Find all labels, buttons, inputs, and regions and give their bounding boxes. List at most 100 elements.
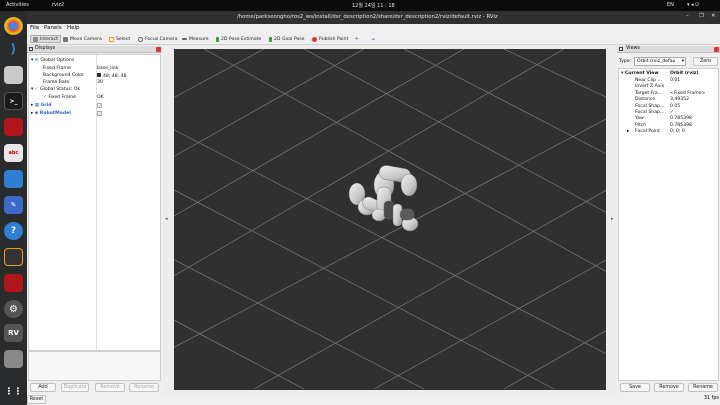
menu-help[interactable]: Help [67,25,80,31]
text-editor-icon[interactable]: abc [4,144,23,162]
lang-indicator[interactable]: EN [667,2,674,8]
tree-row-global-options[interactable]: ▾ ⚙ Global Options [31,58,74,63]
view-prop-label: Distance [635,97,656,103]
disk-icon[interactable] [4,350,23,368]
tree-row-robotmodel[interactable]: ▸ ◆ RobotModel [31,111,71,116]
view-prop-value[interactable]: 0.05 [670,104,680,109]
system-top-bar: Activities rviz2 12월 24일 11 : 18 EN ▾ ◂ … [0,0,720,11]
current-view-row[interactable]: ▾ Current View [621,71,659,76]
frame-rate-label: Frame Rate [43,80,70,85]
view-prop-label: Pitch [635,122,647,128]
remove-button[interactable]: Remove [95,383,125,392]
view-prop-value[interactable]: ✓ [670,110,674,115]
panel-icon [29,47,33,51]
views-save-button[interactable]: Save [620,383,650,392]
reset-button[interactable]: Reset [27,395,46,404]
terminator2-icon[interactable] [4,274,23,292]
minimize-icon[interactable]: – [686,13,689,19]
views-rename-button[interactable]: Rename [688,383,718,392]
view-prop-label: Focal Point [635,129,660,135]
tool-goal-pose[interactable]: 2D Goal Pose [267,35,306,43]
grid-enabled-checkbox[interactable]: ✓ [97,103,102,108]
app-dock: ⟩ >_ abc ✎ ? ⚙ RV ⋮⋮ [0,11,27,405]
maximize-icon[interactable]: ❐ [699,13,704,19]
left-splitter-handle[interactable]: ◂ [165,216,168,222]
tool-move-camera[interactable]: Move Camera [61,35,104,43]
publish-point-icon [312,36,317,42]
views-close-icon[interactable] [714,47,719,52]
views-tree: ▾ Current View Orbit (rviz) Near Clip ..… [618,68,719,381]
displays-panel: Displays ▾ ⚙ Global Options Fixed Frame … [27,46,162,395]
type-label: Type: [619,59,632,64]
right-splitter-handle[interactable]: ▸ [611,216,614,222]
add-button[interactable]: Add [30,383,56,392]
app-menu[interactable]: rviz2 [52,2,64,8]
files-icon[interactable] [4,66,23,84]
vscode-icon[interactable]: ⟩ [4,40,23,58]
tool-select[interactable]: Select [107,35,132,43]
pose-estimate-icon [216,36,219,42]
tool-measure[interactable]: Measure [180,35,211,43]
menu-bar: File Panels Help [27,24,720,33]
rviz-icon[interactable]: RV [4,324,23,342]
duplicate-button[interactable]: Duplicate [61,383,89,392]
interact-icon [33,36,38,42]
settings-icon[interactable]: ⚙ [4,300,23,318]
views-remove-button[interactable]: Remove [654,383,684,392]
tree-row-grid[interactable]: ▸ ▦ Grid [31,103,52,108]
fps-readout: 31 fps [704,396,719,401]
clock[interactable]: 12월 24일 11 : 18 [352,2,395,9]
menu-file[interactable]: File [30,25,39,31]
panel-icon [619,47,623,51]
chevron-right-icon: ▸ [627,129,630,135]
view-prop-value[interactable]: 0.785398 [670,116,692,121]
bg-color-value[interactable]: 48; 48; 48 [97,73,127,79]
close-icon[interactable]: ✕ [711,13,715,19]
view-prop-value[interactable]: 0; 0; 0 [670,129,685,134]
measure-icon [182,38,187,40]
activities-button[interactable]: Activities [6,2,29,8]
displays-title: Displays [35,46,56,51]
zero-button[interactable]: Zero [693,57,718,66]
window-titlebar: /home/parkseongho/ros2_ws/install/dsr_de… [27,11,720,24]
view-prop-value[interactable]: 3.49352 [670,97,689,102]
add-tool-button[interactable]: ✛ [353,35,361,43]
package-icon[interactable] [4,248,23,266]
displays-close-icon[interactable] [156,47,161,52]
tool-focus-camera[interactable]: Focus Camera [136,35,180,43]
render-viewport[interactable] [174,49,606,390]
terminator-icon[interactable] [4,118,23,136]
help-icon[interactable]: ? [4,222,23,240]
view-prop-label: Invert Z Axis [635,84,665,90]
status-fixed-frame-value: OK [97,95,104,100]
fixed-frame-value[interactable]: base_link [97,66,118,71]
tree-row-global-status[interactable]: ▾ ✓ Global Status: Ok [31,87,80,92]
grid-and-robot [174,49,606,390]
window-title: /home/parkseongho/ros2_ws/install/dsr_de… [237,14,498,20]
notes-icon[interactable]: ✎ [4,196,23,214]
select-icon [109,36,114,42]
tool-interact[interactable]: Interact [30,35,61,43]
view-prop-value[interactable]: 0.785398 [670,123,692,128]
bg-color-label: Background Color [43,73,84,78]
tool-pose-estimate[interactable]: 2D Pose Estimate [214,35,263,43]
view-prop-value[interactable]: 0.01 [670,78,680,83]
show-apps-icon[interactable]: ⋮⋮ [4,383,23,401]
robotmodel-enabled-checkbox[interactable]: ✓ [97,111,102,116]
terminal-icon[interactable]: >_ [4,92,23,110]
displays-panel-header: Displays [27,46,162,53]
document-icon[interactable] [4,170,23,188]
remove-tool-button[interactable]: ▬ [370,35,377,43]
view-prop-label: Yaw [635,116,644,122]
view-prop-value[interactable]: <Fixed Frame> [670,91,705,96]
rename-button[interactable]: Rename [129,383,159,392]
goal-pose-icon [269,36,272,42]
current-view-value: Orbit (rviz) [670,71,699,76]
view-type-select[interactable]: Orbit (rviz_defau ▾ [634,57,686,66]
chrome-icon[interactable] [4,17,23,35]
system-tray-icon[interactable]: ▾ ◂ ⏻ [687,2,699,8]
frame-rate-value[interactable]: 30 [97,80,103,85]
menu-panels[interactable]: Panels [44,25,62,31]
tool-publish-point[interactable]: Publish Point [310,35,350,43]
views-panel-header: Views [617,46,720,53]
